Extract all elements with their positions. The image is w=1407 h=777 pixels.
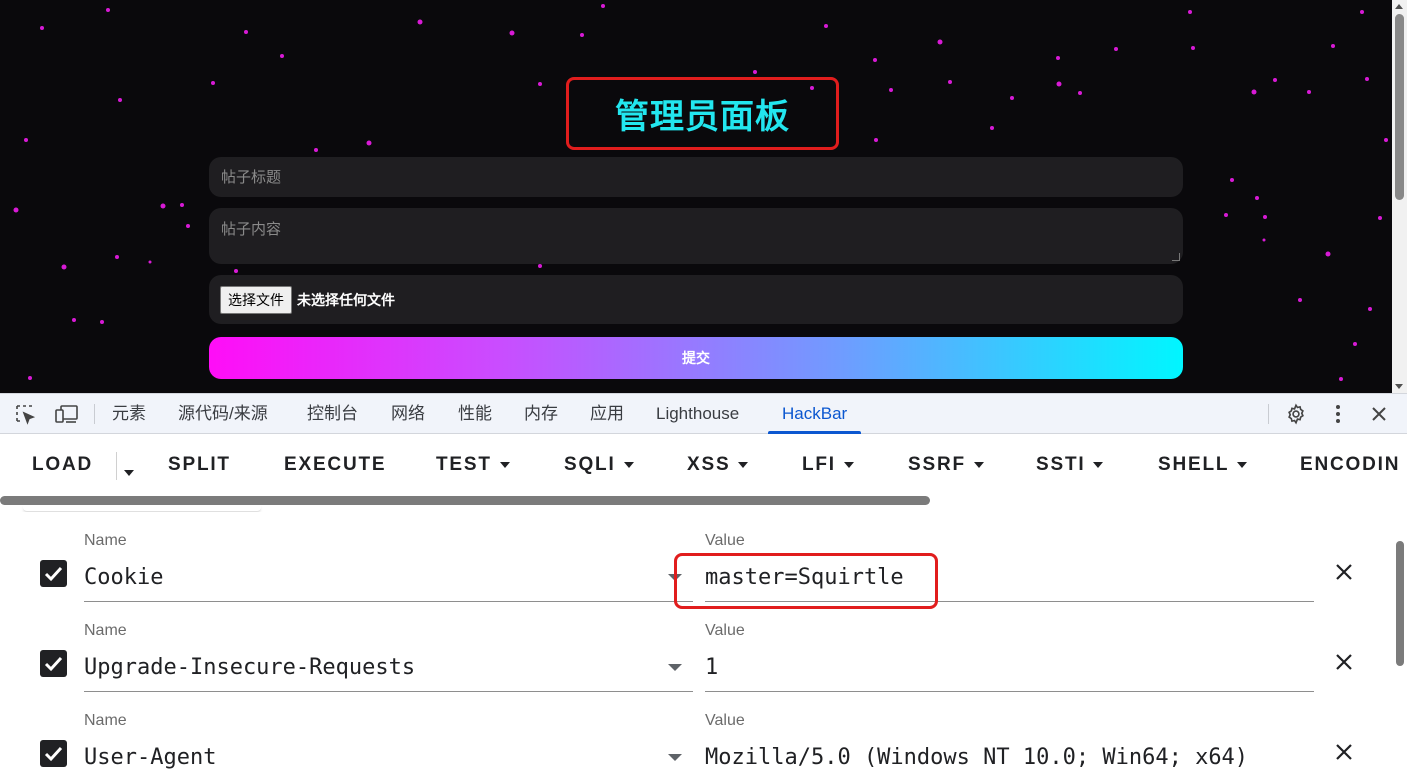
header-value-input[interactable]: 1 <box>705 652 1314 692</box>
more-options-icon[interactable] <box>1326 394 1350 434</box>
choose-file-button[interactable]: 选择文件 <box>220 285 292 314</box>
chevron-down-icon <box>973 461 984 468</box>
submit-button[interactable]: 提交 <box>209 337 1183 379</box>
check-icon <box>44 566 63 582</box>
close-icon[interactable] <box>1332 740 1356 764</box>
header-enabled-checkbox[interactable] <box>40 650 67 677</box>
tab-console[interactable]: 控制台 <box>307 394 358 434</box>
headers-scrollbar[interactable] <box>1392 512 1407 777</box>
check-icon <box>44 656 63 672</box>
split-button[interactable]: SPLIT <box>168 454 231 476</box>
test-menu-button[interactable]: TEST <box>436 454 510 476</box>
page-title: 管理员面板 <box>615 97 790 137</box>
check-icon <box>44 746 63 762</box>
header-enabled-checkbox[interactable] <box>40 740 67 767</box>
test-label: TEST <box>436 454 492 475</box>
device-toolbar-icon[interactable] <box>52 394 82 434</box>
value-label: Value <box>705 712 745 729</box>
chevron-down-icon <box>499 461 510 468</box>
chevron-down-icon <box>1093 461 1104 468</box>
gear-icon[interactable] <box>1282 394 1310 434</box>
sqli-menu-button[interactable]: SQLI <box>564 454 634 476</box>
resize-grip-icon[interactable] <box>1172 253 1180 261</box>
file-upload-field: 选择文件 未选择任何文件 <box>209 275 1183 324</box>
inspect-element-icon[interactable] <box>10 394 40 434</box>
scroll-down-icon[interactable] <box>1395 384 1403 389</box>
close-icon[interactable] <box>1332 650 1356 674</box>
toolbar-scrollbar-thumb[interactable] <box>0 496 930 505</box>
lfi-label: LFI <box>802 454 836 475</box>
header-row: Name Upgrade-Insecure-Requests Value 1 <box>0 602 1392 692</box>
page-scrollbar[interactable] <box>1392 0 1407 393</box>
post-title-input[interactable]: 帖子标题 <box>209 157 1183 197</box>
ssrf-menu-button[interactable]: SSRF <box>908 454 984 476</box>
tab-memory[interactable]: 内存 <box>524 394 558 434</box>
header-enabled-checkbox[interactable] <box>40 560 67 587</box>
header-row: Name User-Agent Value Mozilla/5.0 (Windo… <box>0 692 1392 777</box>
ssti-menu-button[interactable]: SSTI <box>1036 454 1104 476</box>
scroll-up-icon[interactable] <box>1395 4 1403 9</box>
tab-network[interactable]: 网络 <box>391 394 425 434</box>
tab-lighthouse[interactable]: Lighthouse <box>656 394 739 434</box>
chevron-down-icon[interactable] <box>668 664 682 671</box>
name-label: Name <box>84 622 127 639</box>
name-label: Name <box>84 532 127 549</box>
close-icon[interactable] <box>1332 560 1356 584</box>
value-highlight-box <box>674 553 938 609</box>
xss-label: XSS <box>687 454 731 475</box>
xss-menu-button[interactable]: XSS <box>687 454 749 476</box>
post-content-textarea[interactable]: 帖子内容 <box>209 208 1183 264</box>
encoding-menu-button[interactable]: ENCODIN <box>1300 454 1400 476</box>
header-name-input[interactable]: User-Agent <box>84 742 693 777</box>
header-name-input[interactable]: Cookie <box>84 562 693 602</box>
shell-label: SHELL <box>1158 454 1230 475</box>
chevron-down-icon[interactable] <box>668 754 682 761</box>
load-dropdown-icon[interactable] <box>124 462 134 481</box>
ssrf-label: SSRF <box>908 454 966 475</box>
shell-menu-button[interactable]: SHELL <box>1158 454 1248 476</box>
close-devtools-icon[interactable] <box>1366 394 1392 434</box>
headers-list: Name Cookie Value master=Squirtle Name U… <box>0 512 1392 777</box>
toolbar-divider <box>116 452 117 480</box>
file-status-text: 未选择任何文件 <box>297 292 395 309</box>
page-title-highlight: 管理员面板 <box>566 77 839 150</box>
tab-sources[interactable]: 源代码/来源 <box>178 394 268 434</box>
name-label: Name <box>84 712 127 729</box>
value-label: Value <box>705 532 745 549</box>
tab-application[interactable]: 应用 <box>590 394 624 434</box>
header-name-input[interactable]: Upgrade-Insecure-Requests <box>84 652 693 692</box>
page-scrollbar-thumb[interactable] <box>1395 14 1404 200</box>
card-edge <box>23 505 261 512</box>
header-row: Name Cookie Value master=Squirtle <box>0 512 1392 609</box>
hackbar-toolbar: LOAD SPLIT EXECUTE TEST SQLI XSS LFI SSR… <box>0 434 1407 498</box>
header-value-input[interactable]: Mozilla/5.0 (Windows NT 10.0; Win64; x64… <box>705 742 1314 777</box>
lfi-menu-button[interactable]: LFI <box>802 454 854 476</box>
ssti-label: SSTI <box>1036 454 1086 475</box>
toolbar-divider <box>1268 404 1269 424</box>
execute-button[interactable]: EXECUTE <box>284 454 386 476</box>
chevron-down-icon <box>623 461 634 468</box>
value-label: Value <box>705 622 745 639</box>
chevron-down-icon <box>843 461 854 468</box>
tab-performance[interactable]: 性能 <box>458 394 492 434</box>
tab-hackbar[interactable]: HackBar <box>767 394 862 434</box>
page-viewport: 管理员面板 帖子标题 帖子内容 选择文件 未选择任何文件 提交 <box>0 0 1407 393</box>
headers-scrollbar-thumb[interactable] <box>1396 541 1404 666</box>
post-content-placeholder: 帖子内容 <box>221 220 282 238</box>
tab-elements[interactable]: 元素 <box>112 394 146 434</box>
chevron-down-icon <box>738 461 749 468</box>
chevron-down-icon <box>1237 461 1248 468</box>
sqli-label: SQLI <box>564 454 616 475</box>
toolbar-divider <box>94 404 95 424</box>
devtools-tab-bar: 元素 源代码/来源 控制台 网络 性能 内存 应用 Lighthouse Hac… <box>0 393 1407 434</box>
load-button[interactable]: LOAD <box>32 454 93 476</box>
